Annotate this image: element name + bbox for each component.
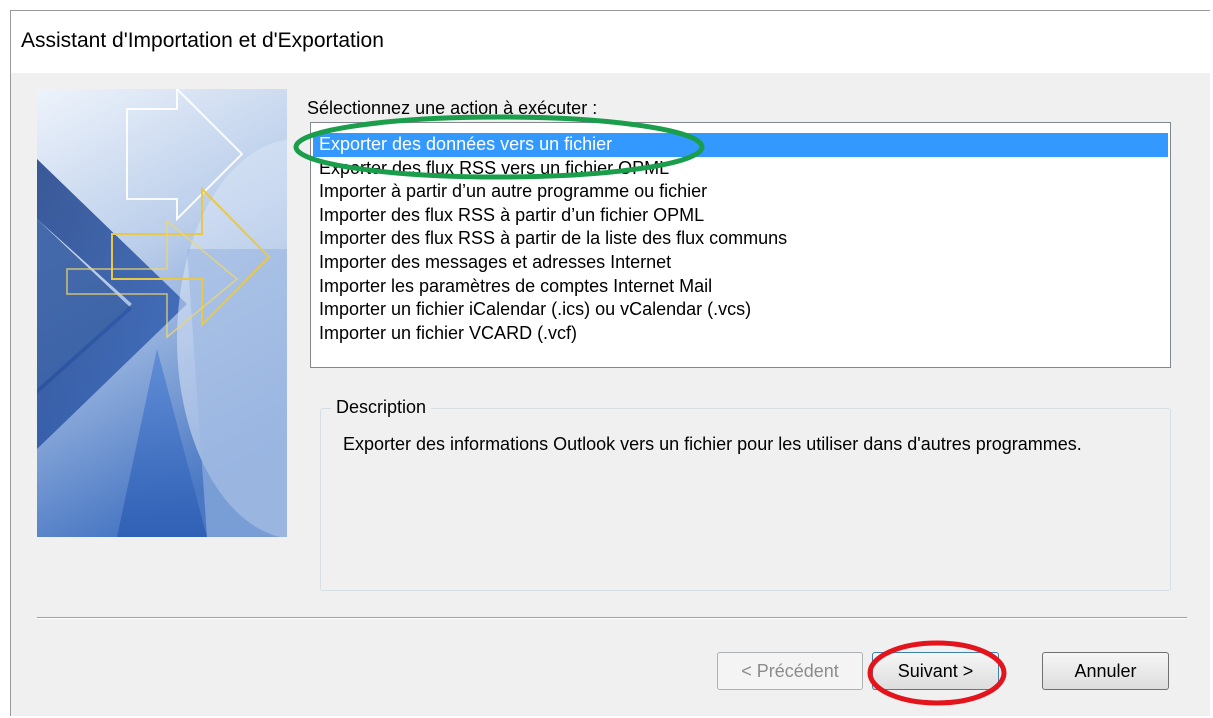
list-item-export-to-file[interactable]: Exporter des données vers un fichier bbox=[313, 133, 1168, 157]
window-title: Assistant d'Importation et d'Exportation bbox=[21, 29, 384, 52]
list-item-import-rss-opml[interactable]: Importer des flux RSS à partir d’un fich… bbox=[313, 204, 1168, 228]
list-item-export-rss-opml[interactable]: Exporter des flux RSS vers un fichier OP… bbox=[313, 157, 1168, 181]
action-listbox[interactable]: Exporter des données vers un fichier Exp… bbox=[310, 122, 1171, 368]
next-button[interactable]: Suivant > bbox=[872, 652, 999, 690]
list-item-import-rss-common[interactable]: Importer des flux RSS à partir de la lis… bbox=[313, 227, 1168, 251]
list-item-import-vcard[interactable]: Importer un fichier VCARD (.vcf) bbox=[313, 322, 1168, 346]
list-item-import-from-program[interactable]: Importer à partir d’un autre programme o… bbox=[313, 180, 1168, 204]
action-list-label: Sélectionnez une action à exécuter : bbox=[307, 98, 598, 118]
description-legend: Description bbox=[331, 397, 432, 418]
separator-line bbox=[37, 617, 1187, 619]
description-text: Exporter des informations Outlook vers u… bbox=[343, 434, 1082, 454]
list-item-import-icalendar[interactable]: Importer un fichier iCalendar (.ics) ou … bbox=[313, 298, 1168, 322]
title-bar: Assistant d'Importation et d'Exportation bbox=[11, 11, 1210, 73]
list-item-import-mail-settings[interactable]: Importer les paramètres de comptes Inter… bbox=[313, 275, 1168, 299]
cancel-button[interactable]: Annuler bbox=[1042, 652, 1169, 690]
list-item-import-internet-messages[interactable]: Importer des messages et adresses Intern… bbox=[313, 251, 1168, 275]
description-group: Description Exporter des informations Ou… bbox=[320, 397, 1171, 591]
back-button[interactable]: < Précédent bbox=[717, 652, 863, 690]
wizard-banner-image bbox=[37, 89, 287, 537]
